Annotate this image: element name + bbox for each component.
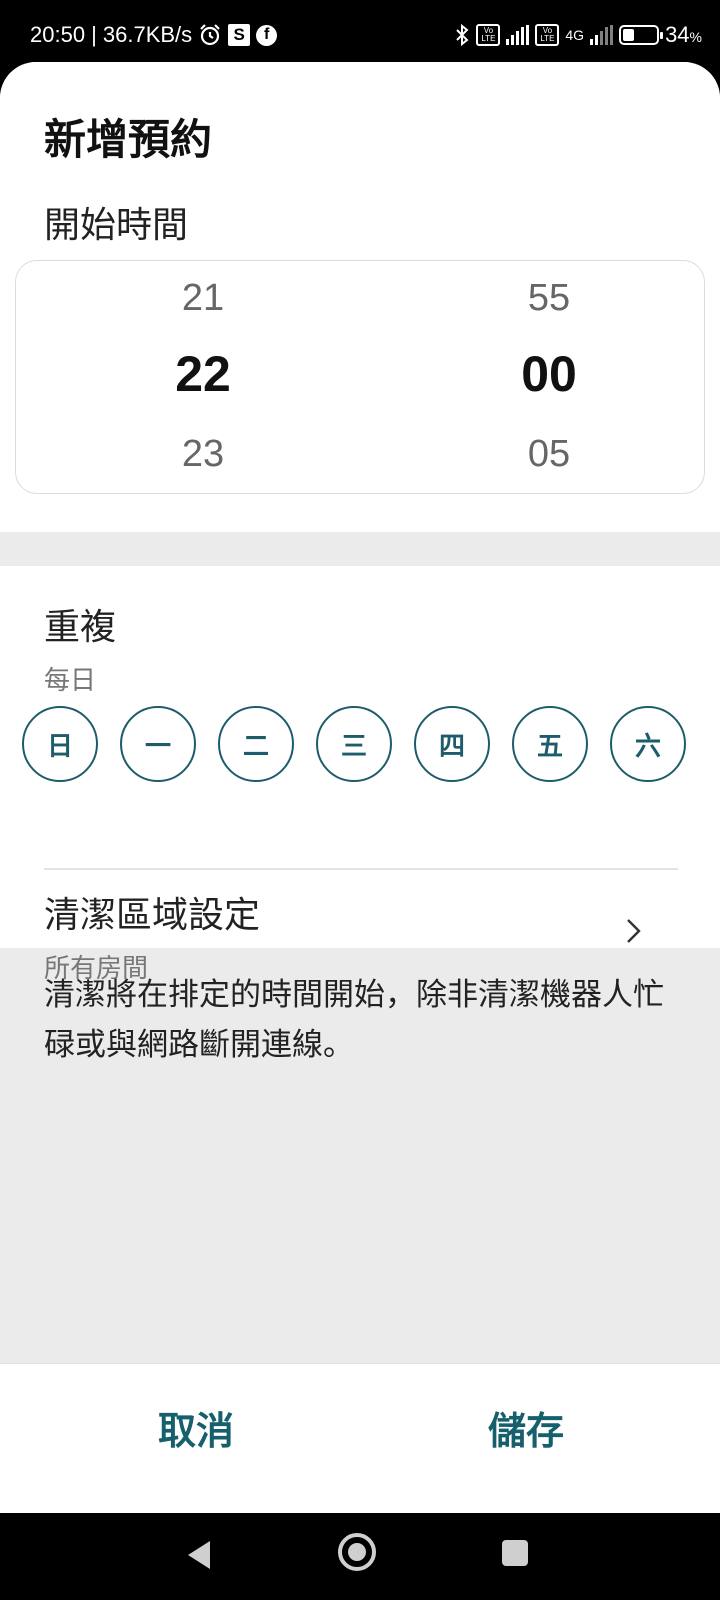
repeat-area-section: 重複 每日 日 一 二 三 四 五 六 清潔區域設定 所有房間 — [0, 566, 720, 984]
day-friday-toggle[interactable]: 五 — [512, 706, 588, 782]
schedule-note: 清潔將在排定的時間開始，除非清潔機器人忙碌或與網路斷開連線。 — [44, 977, 664, 1063]
minute-next[interactable]: 05 — [449, 433, 649, 476]
cancel-button[interactable]: 取消 — [96, 1400, 296, 1455]
action-bar: 取消 儲存 — [0, 1363, 720, 1513]
signal-icon-2 — [590, 25, 614, 45]
back-icon[interactable] — [186, 1539, 212, 1575]
start-time-label: 開始時間 — [44, 205, 189, 246]
status-left: 20:50 | 36.7KB/s S f — [30, 22, 278, 48]
hour-selected[interactable]: 22 — [103, 345, 303, 403]
day-sunday-toggle[interactable]: 日 — [22, 706, 98, 782]
minute-selected[interactable]: 00 — [449, 345, 649, 403]
cleaning-area-title: 清潔區域設定 — [44, 895, 261, 936]
recent-apps-icon[interactable] — [502, 1540, 528, 1566]
weekday-selector: 日 一 二 三 四 五 六 — [22, 706, 702, 782]
s-app-icon: S — [228, 24, 251, 46]
battery-percent: 34% — [665, 22, 702, 47]
page-title: 新增預約 — [44, 115, 213, 164]
day-tuesday-toggle[interactable]: 二 — [218, 706, 294, 782]
minute-wheel[interactable]: 55 00 05 — [449, 261, 649, 493]
day-wednesday-toggle[interactable]: 三 — [316, 706, 392, 782]
volte-icon: Vo LTE — [476, 24, 501, 46]
status-bar: 20:50 | 36.7KB/s S f Vo LTE Vo LTE 4G 34… — [0, 0, 720, 64]
status-net-speed: | 36.7KB/s — [91, 22, 193, 47]
hour-next[interactable]: 23 — [103, 433, 303, 476]
system-nav-bar — [0, 1513, 720, 1600]
repeat-summary: 每日 — [44, 666, 97, 696]
bluetooth-icon — [454, 23, 470, 47]
repeat-title: 重複 — [44, 607, 117, 648]
day-saturday-toggle[interactable]: 六 — [610, 706, 686, 782]
network-type-label: 4G — [565, 27, 585, 43]
hour-wheel[interactable]: 21 22 23 — [103, 261, 303, 493]
alarm-icon — [198, 23, 222, 47]
battery-icon — [619, 25, 664, 45]
day-monday-toggle[interactable]: 一 — [120, 706, 196, 782]
day-thursday-toggle[interactable]: 四 — [414, 706, 490, 782]
start-time-section: 新增預約 開始時間 21 22 23 55 00 05 — [0, 62, 720, 532]
facebook-icon: f — [256, 24, 278, 46]
volte-icon-2: Vo LTE — [535, 24, 560, 46]
time-picker[interactable]: 21 22 23 55 00 05 — [15, 260, 705, 494]
minute-prev[interactable]: 55 — [449, 277, 649, 320]
status-right: Vo LTE Vo LTE 4G 34% — [454, 22, 702, 48]
status-time: 20:50 — [30, 22, 86, 47]
chevron-right-icon — [618, 916, 648, 946]
hour-prev[interactable]: 21 — [103, 277, 303, 320]
signal-icon — [506, 25, 530, 45]
home-icon[interactable] — [338, 1533, 376, 1571]
save-button[interactable]: 儲存 — [426, 1400, 626, 1455]
add-schedule-sheet: 新增預約 開始時間 21 22 23 55 00 05 重複 每日 日 一 二 … — [0, 62, 720, 1513]
